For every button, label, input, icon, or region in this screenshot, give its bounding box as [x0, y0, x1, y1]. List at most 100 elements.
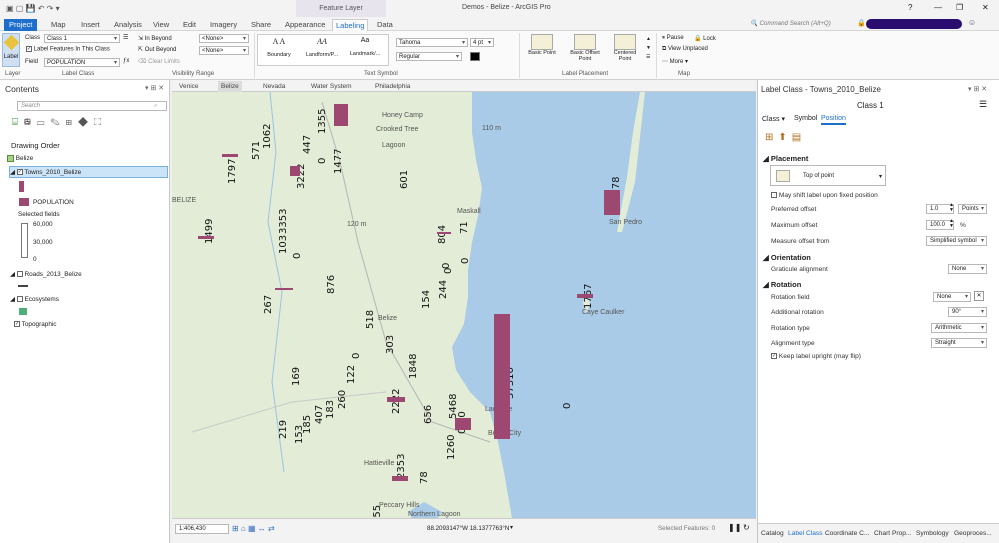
max-scale-dropdown[interactable]: <None>	[199, 46, 249, 55]
size-dropdown[interactable]: 4 pt	[470, 38, 494, 47]
expression-icon[interactable]: ƒx	[123, 58, 129, 64]
qat-icons[interactable]: ▣ ▢ 💾 ↶ ↷ ▾	[6, 4, 60, 13]
tab-share[interactable]: Share	[248, 19, 274, 31]
bottom-tab-coordinate[interactable]: Coordinate C...	[825, 530, 869, 537]
ecosystems-checkbox[interactable]	[16, 296, 23, 303]
tab-appearance[interactable]: Appearance	[282, 19, 328, 31]
bottom-tab-label-class[interactable]: Label Class	[788, 530, 822, 537]
preferred-offset-unit[interactable]: Points	[958, 204, 987, 214]
view-unplaced-button[interactable]: ⧉ View Unplaced	[662, 46, 708, 53]
placement-basic-point[interactable]: Basic Point	[528, 34, 556, 56]
tab-insert[interactable]: Insert	[78, 19, 103, 31]
placement-section[interactable]: ◢ Placement	[763, 154, 808, 163]
tab-map[interactable]: Map	[48, 19, 69, 31]
population-bar-symbol[interactable]	[437, 232, 451, 234]
class-menu-icon[interactable]: ☰	[123, 34, 128, 41]
population-bar-symbol[interactable]	[392, 476, 408, 481]
tab-labeling[interactable]: Labeling	[332, 19, 369, 31]
population-bar-symbol[interactable]	[198, 236, 214, 239]
label-features-checkbox[interactable]: ✓ Label Features In This Class	[26, 46, 110, 53]
population-bar-symbol[interactable]	[494, 314, 510, 439]
rotation-section[interactable]: ◢ Rotation	[763, 280, 801, 289]
editing-icon[interactable]: ✎	[51, 117, 66, 128]
towns-symbol-swatch[interactable]	[19, 181, 24, 192]
charts-icon[interactable]: ⛶	[94, 117, 107, 128]
subtab-position[interactable]: Position	[821, 115, 846, 125]
notifications-icon[interactable]: ☺	[968, 18, 976, 27]
lock-button[interactable]: 🔒 Lock	[694, 35, 716, 42]
color-swatch[interactable]	[470, 52, 480, 61]
symbol-landmark[interactable]: Aa Landmark/...	[346, 37, 384, 65]
subtab-class[interactable]: Class ▾	[762, 115, 785, 123]
rotation-expression-icon[interactable]: ✕	[974, 291, 984, 301]
hamburger-menu-icon[interactable]: ☰	[979, 99, 987, 110]
subtab-symbol[interactable]: Symbol	[794, 115, 817, 122]
population-bar-symbol[interactable]	[222, 154, 238, 157]
class-dropdown[interactable]: Class 1	[44, 34, 120, 43]
rotation-type-dropdown[interactable]: Arithmetic	[931, 323, 987, 333]
help-button[interactable]: ?	[908, 3, 912, 12]
may-shift-checkbox[interactable]: May shift label upon fixed position	[771, 192, 878, 199]
pause-button[interactable]: ⏸ Pause	[662, 35, 684, 42]
symbol-landform[interactable]: AA Landform/P...	[302, 37, 342, 65]
placement-centered-point[interactable]: Centered Point	[610, 34, 640, 62]
style-dropdown[interactable]: Regular	[396, 52, 462, 61]
minimize-button[interactable]: —	[934, 3, 942, 12]
toc-layer-topographic[interactable]: ✓ Topographic	[14, 321, 57, 328]
roads-checkbox[interactable]	[16, 271, 23, 278]
tab-imagery[interactable]: Imagery	[207, 19, 240, 31]
contents-search-input[interactable]: Search ⌕	[17, 101, 167, 111]
restore-button[interactable]: ❐	[956, 3, 963, 12]
map-canvas[interactable]: Honey Camp Crooked Tree Lagoon 110 m 120 m BE…	[172, 92, 756, 518]
towns-layer-row[interactable]: ◢ ✓ Towns_2010_Belize	[10, 168, 81, 176]
pause-drawing-icon[interactable]: ❚❚	[728, 523, 741, 532]
population-bar-symbol[interactable]	[275, 288, 293, 290]
alignment-type-dropdown[interactable]: Straight	[931, 338, 987, 348]
labeling-icon[interactable]: ◆	[78, 117, 94, 128]
tab-analysis[interactable]: Analysis	[111, 19, 145, 31]
placement-basic-offset-point[interactable]: Basic Offset Point	[566, 34, 604, 62]
population-bar-symbol[interactable]	[455, 418, 471, 430]
more-button[interactable]: ⋯ More ▾	[662, 58, 688, 65]
close-button[interactable]: ✕	[982, 3, 989, 12]
command-search-input[interactable]: 🔍 Command Search (Alt+Q)	[750, 18, 850, 29]
population-bar-symbol[interactable]	[290, 166, 300, 176]
population-swatch[interactable]	[19, 198, 29, 206]
graticule-dropdown[interactable]: None	[948, 264, 987, 274]
additional-rotation-dropdown[interactable]: 90°	[948, 307, 987, 317]
pane-options-icon[interactable]: ▾ ⊞ ✕	[145, 84, 164, 92]
measure-offset-dropdown[interactable]: Simplified symbol	[926, 236, 987, 246]
population-bar-symbol[interactable]	[387, 397, 405, 402]
bottom-tab-symbology[interactable]: Symbology	[916, 530, 949, 537]
placement-dropdown[interactable]: Top of point ▾	[770, 165, 886, 186]
font-dropdown[interactable]: Tahoma	[396, 38, 468, 47]
tab-edit[interactable]: Edit	[180, 19, 199, 31]
min-scale-dropdown[interactable]: <None>	[199, 34, 249, 43]
population-bar-symbol[interactable]	[577, 294, 593, 298]
refresh-icon[interactable]: ↻	[743, 523, 750, 532]
out-beyond-button[interactable]: ⇱ Out Beyond	[138, 46, 176, 53]
data-source-icon[interactable]: ⛁	[24, 117, 37, 128]
toc-layer-ecosystems[interactable]: ◢ Ecosystems	[10, 295, 59, 303]
pane-window-icons[interactable]: ▾ ⊞ ✕	[968, 85, 987, 93]
clear-limits-button[interactable]: ⌫ Clear Limits	[138, 58, 180, 65]
nav-tools[interactable]: ⊞ ⌂ ▦ ↔ ⇄	[232, 524, 275, 533]
bottom-tab-chart-properties[interactable]: Chart Prop...	[874, 530, 911, 537]
tab-data[interactable]: Data	[374, 19, 396, 31]
population-bar-symbol[interactable]	[334, 104, 348, 126]
toc-layer-roads[interactable]: ◢ Roads_2013_Belize	[10, 270, 82, 278]
snapping-icon[interactable]: ⊞	[66, 117, 78, 128]
preferred-offset-spinner[interactable]: ▲ ▼	[949, 203, 954, 213]
symbol-boundary[interactable]: A A Boundary	[260, 37, 298, 65]
scale-dropdown[interactable]: 1:406,430	[175, 524, 229, 534]
orientation-section[interactable]: ◢ Orientation	[763, 253, 811, 262]
tab-view[interactable]: View	[150, 19, 172, 31]
drawing-order-icon[interactable]: ⌸	[12, 117, 24, 128]
toc-map-belize[interactable]: Belize	[7, 155, 33, 162]
rotation-field-dropdown[interactable]: None	[933, 292, 971, 302]
bottom-tab-geoprocessing[interactable]: Geoproces...	[954, 530, 992, 537]
population-bar-symbol[interactable]	[604, 190, 620, 215]
gallery-scroll[interactable]: ▲ ▼ ☰	[646, 35, 651, 62]
coords-dropdown-icon[interactable]: ▾	[510, 524, 513, 531]
max-offset-spinner[interactable]: ▲ ▼	[949, 219, 954, 229]
